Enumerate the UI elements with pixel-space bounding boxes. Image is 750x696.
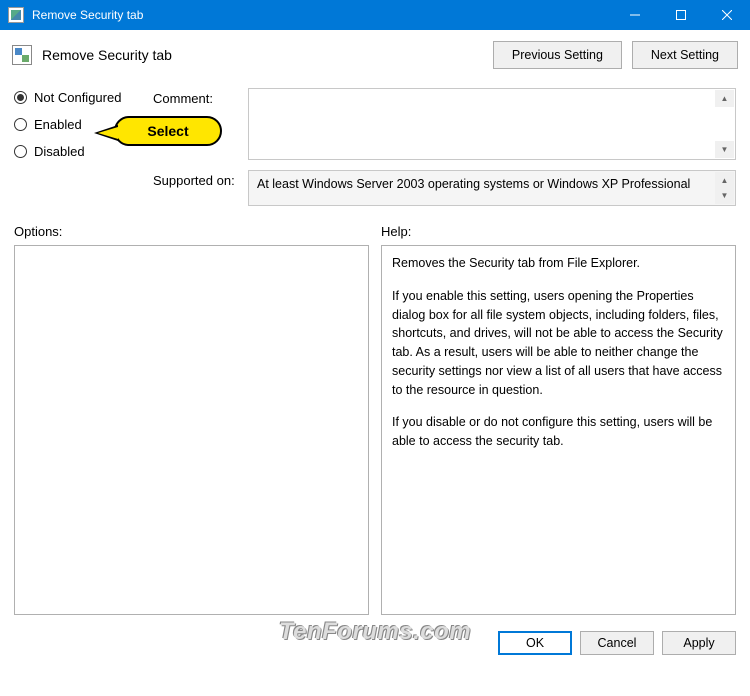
- lower-panels: Options: Help: Removes the Security tab …: [0, 218, 750, 621]
- window-title: Remove Security tab: [32, 8, 612, 22]
- apply-button[interactable]: Apply: [662, 631, 736, 655]
- scroll-down-icon[interactable]: ▼: [715, 187, 734, 204]
- options-label: Options:: [14, 224, 369, 239]
- supported-row: Supported on: At least Windows Server 20…: [153, 170, 736, 206]
- options-column: Options:: [14, 224, 369, 615]
- config-area: Not Configured Enabled Disabled Select C…: [0, 80, 750, 218]
- window-controls: [612, 0, 750, 30]
- radio-not-configured[interactable]: Not Configured: [14, 90, 139, 105]
- policy-heading: Remove Security tab: [42, 47, 483, 63]
- app-icon: [8, 7, 24, 23]
- maximize-button[interactable]: [658, 0, 704, 30]
- radio-label: Not Configured: [34, 90, 121, 105]
- help-box: Removes the Security tab from File Explo…: [381, 245, 736, 615]
- fields: Comment: ▲ ▼ Supported on: At least Wind…: [153, 88, 736, 206]
- scroll-up-icon[interactable]: ▲: [715, 90, 734, 107]
- cancel-button[interactable]: Cancel: [580, 631, 654, 655]
- next-setting-button[interactable]: Next Setting: [632, 41, 738, 69]
- supported-box: At least Windows Server 2003 operating s…: [248, 170, 736, 206]
- help-paragraph: Removes the Security tab from File Explo…: [392, 254, 725, 273]
- state-radios: Not Configured Enabled Disabled Select: [14, 88, 139, 206]
- help-label: Help:: [381, 224, 736, 239]
- radio-disabled[interactable]: Disabled: [14, 144, 139, 159]
- scroll-down-icon[interactable]: ▼: [715, 141, 734, 158]
- supported-label: Supported on:: [153, 170, 238, 206]
- comment-row: Comment: ▲ ▼: [153, 88, 736, 160]
- supported-value: At least Windows Server 2003 operating s…: [257, 177, 690, 191]
- select-callout: Select: [114, 116, 222, 146]
- policy-icon: [12, 45, 32, 65]
- help-paragraph: If you enable this setting, users openin…: [392, 287, 725, 400]
- previous-setting-button[interactable]: Previous Setting: [493, 41, 622, 69]
- footer: OK Cancel Apply: [0, 621, 750, 665]
- close-button[interactable]: [704, 0, 750, 30]
- help-column: Help: Removes the Security tab from File…: [381, 224, 736, 615]
- minimize-button[interactable]: [612, 0, 658, 30]
- radio-icon: [14, 145, 27, 158]
- titlebar: Remove Security tab: [0, 0, 750, 30]
- comment-textarea[interactable]: ▲ ▼: [248, 88, 736, 160]
- radio-label: Enabled: [34, 117, 82, 132]
- radio-icon: [14, 118, 27, 131]
- help-paragraph: If you disable or do not configure this …: [392, 413, 725, 451]
- radio-icon: [14, 91, 27, 104]
- radio-label: Disabled: [34, 144, 85, 159]
- toolbar: Remove Security tab Previous Setting Nex…: [0, 30, 750, 80]
- options-box: [14, 245, 369, 615]
- ok-button[interactable]: OK: [498, 631, 572, 655]
